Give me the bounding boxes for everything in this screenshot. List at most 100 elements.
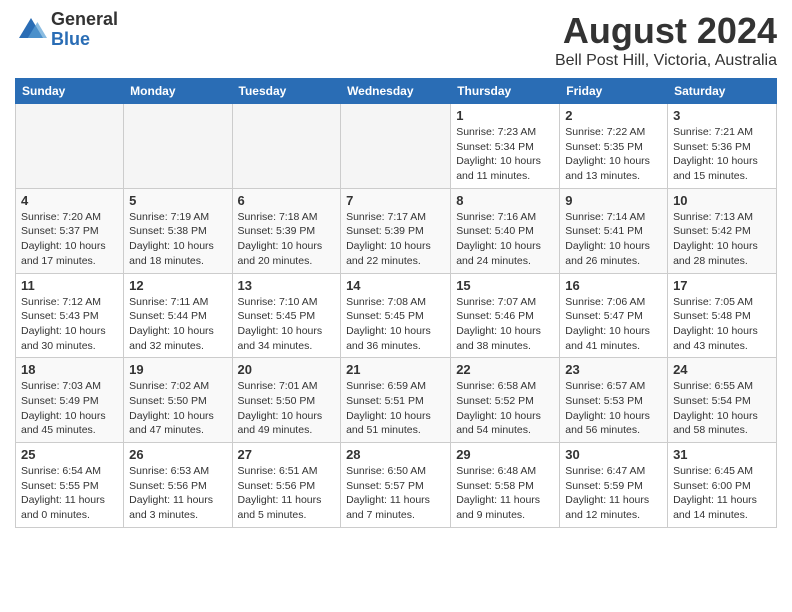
title-area: August 2024 Bell Post Hill, Victoria, Au… — [555, 10, 777, 70]
day-number: 15 — [456, 278, 554, 293]
day-number: 1 — [456, 108, 554, 123]
day-info: Sunrise: 7:22 AM Sunset: 5:35 PM Dayligh… — [565, 125, 662, 184]
calendar-cell: 11 Sunrise: 7:12 AM Sunset: 5:43 PM Dayli… — [16, 273, 124, 358]
calendar-cell: 6 Sunrise: 7:18 AM Sunset: 5:39 PM Daylig… — [232, 188, 341, 273]
day-info: Sunrise: 7:21 AM Sunset: 5:36 PM Dayligh… — [673, 125, 771, 184]
day-info: Sunrise: 6:47 AM Sunset: 5:59 PM Dayligh… — [565, 464, 662, 523]
day-info: Sunrise: 7:08 AM Sunset: 5:45 PM Dayligh… — [346, 295, 445, 354]
month-title: August 2024 — [555, 10, 777, 52]
calendar-cell: 16 Sunrise: 7:06 AM Sunset: 5:47 PM Dayli… — [560, 273, 668, 358]
calendar-cell: 7 Sunrise: 7:17 AM Sunset: 5:39 PM Daylig… — [341, 188, 451, 273]
day-info: Sunrise: 7:06 AM Sunset: 5:47 PM Dayligh… — [565, 295, 662, 354]
calendar-header-thursday: Thursday — [451, 79, 560, 104]
calendar-header-row: SundayMondayTuesdayWednesdayThursdayFrid… — [16, 79, 777, 104]
day-info: Sunrise: 6:51 AM Sunset: 5:56 PM Dayligh… — [238, 464, 336, 523]
day-number: 16 — [565, 278, 662, 293]
day-info: Sunrise: 7:05 AM Sunset: 5:48 PM Dayligh… — [673, 295, 771, 354]
calendar-cell: 1Sunrise: 7:23 AM Sunset: 5:34 PM Daylig… — [451, 104, 560, 189]
calendar-cell: 5Sunrise: 7:19 AM Sunset: 5:38 PM Daylig… — [124, 188, 232, 273]
day-info: Sunrise: 7:18 AM Sunset: 5:39 PM Dayligh… — [238, 210, 336, 269]
calendar: SundayMondayTuesdayWednesdayThursdayFrid… — [15, 78, 777, 528]
day-number: 6 — [238, 193, 336, 208]
day-number: 10 — [673, 193, 771, 208]
day-number: 19 — [129, 362, 226, 377]
logo-general: General — [51, 10, 118, 30]
day-info: Sunrise: 7:16 AM Sunset: 5:40 PM Dayligh… — [456, 210, 554, 269]
calendar-cell: 10 Sunrise: 7:13 AM Sunset: 5:42 PM Dayli… — [668, 188, 777, 273]
day-number: 9 — [565, 193, 662, 208]
calendar-cell: 17Sunrise: 7:05 AM Sunset: 5:48 PM Dayli… — [668, 273, 777, 358]
day-info: Sunrise: 6:48 AM Sunset: 5:58 PM Dayligh… — [456, 464, 554, 523]
day-number: 30 — [565, 447, 662, 462]
calendar-cell: 19Sunrise: 7:02 AM Sunset: 5:50 PM Dayli… — [124, 358, 232, 443]
calendar-week-5: 25 Sunrise: 6:54 AM Sunset: 5:55 PM Dayli… — [16, 443, 777, 528]
day-number: 4 — [21, 193, 118, 208]
calendar-header-monday: Monday — [124, 79, 232, 104]
day-number: 31 — [673, 447, 771, 462]
day-number: 22 — [456, 362, 554, 377]
location-title: Bell Post Hill, Victoria, Australia — [555, 52, 777, 70]
calendar-cell: 18 Sunrise: 7:03 AM Sunset: 5:49 PM Dayli… — [16, 358, 124, 443]
day-info: Sunrise: 7:01 AM Sunset: 5:50 PM Dayligh… — [238, 379, 336, 438]
day-number: 20 — [238, 362, 336, 377]
calendar-cell: 25 Sunrise: 6:54 AM Sunset: 5:55 PM Dayli… — [16, 443, 124, 528]
day-number: 27 — [238, 447, 336, 462]
day-info: Sunrise: 6:58 AM Sunset: 5:52 PM Dayligh… — [456, 379, 554, 438]
day-info: Sunrise: 7:17 AM Sunset: 5:39 PM Dayligh… — [346, 210, 445, 269]
day-number: 28 — [346, 447, 445, 462]
calendar-cell: 13 Sunrise: 7:10 AM Sunset: 5:45 PM Dayli… — [232, 273, 341, 358]
calendar-cell: 2 Sunrise: 7:22 AM Sunset: 5:35 PM Daylig… — [560, 104, 668, 189]
calendar-header-saturday: Saturday — [668, 79, 777, 104]
day-number: 2 — [565, 108, 662, 123]
day-number: 7 — [346, 193, 445, 208]
day-info: Sunrise: 7:03 AM Sunset: 5:49 PM Dayligh… — [21, 379, 118, 438]
day-number: 14 — [346, 278, 445, 293]
calendar-cell: 30 Sunrise: 6:47 AM Sunset: 5:59 PM Dayli… — [560, 443, 668, 528]
day-number: 24 — [673, 362, 771, 377]
day-info: Sunrise: 7:12 AM Sunset: 5:43 PM Dayligh… — [21, 295, 118, 354]
calendar-header-sunday: Sunday — [16, 79, 124, 104]
day-number: 11 — [21, 278, 118, 293]
day-number: 18 — [21, 362, 118, 377]
day-number: 13 — [238, 278, 336, 293]
calendar-cell: 27 Sunrise: 6:51 AM Sunset: 5:56 PM Dayli… — [232, 443, 341, 528]
calendar-cell — [341, 104, 451, 189]
day-number: 12 — [129, 278, 226, 293]
day-number: 21 — [346, 362, 445, 377]
day-info: Sunrise: 7:10 AM Sunset: 5:45 PM Dayligh… — [238, 295, 336, 354]
day-info: Sunrise: 7:13 AM Sunset: 5:42 PM Dayligh… — [673, 210, 771, 269]
day-info: Sunrise: 6:45 AM Sunset: 6:00 PM Dayligh… — [673, 464, 771, 523]
calendar-cell: 15 Sunrise: 7:07 AM Sunset: 5:46 PM Dayli… — [451, 273, 560, 358]
calendar-cell — [16, 104, 124, 189]
calendar-cell: 22 Sunrise: 6:58 AM Sunset: 5:52 PM Dayli… — [451, 358, 560, 443]
day-info: Sunrise: 6:54 AM Sunset: 5:55 PM Dayligh… — [21, 464, 118, 523]
day-info: Sunrise: 6:59 AM Sunset: 5:51 PM Dayligh… — [346, 379, 445, 438]
day-number: 26 — [129, 447, 226, 462]
day-info: Sunrise: 7:14 AM Sunset: 5:41 PM Dayligh… — [565, 210, 662, 269]
calendar-cell — [232, 104, 341, 189]
day-number: 23 — [565, 362, 662, 377]
calendar-cell: 9 Sunrise: 7:14 AM Sunset: 5:41 PM Daylig… — [560, 188, 668, 273]
header: General Blue August 2024 Bell Post Hill,… — [15, 10, 777, 70]
calendar-cell: 20 Sunrise: 7:01 AM Sunset: 5:50 PM Dayli… — [232, 358, 341, 443]
calendar-week-4: 18 Sunrise: 7:03 AM Sunset: 5:49 PM Dayli… — [16, 358, 777, 443]
calendar-cell: 23Sunrise: 6:57 AM Sunset: 5:53 PM Dayli… — [560, 358, 668, 443]
calendar-header-friday: Friday — [560, 79, 668, 104]
calendar-cell: 21 Sunrise: 6:59 AM Sunset: 5:51 PM Dayli… — [341, 358, 451, 443]
calendar-header-tuesday: Tuesday — [232, 79, 341, 104]
calendar-cell: 29 Sunrise: 6:48 AM Sunset: 5:58 PM Dayli… — [451, 443, 560, 528]
day-number: 3 — [673, 108, 771, 123]
calendar-week-2: 4 Sunrise: 7:20 AM Sunset: 5:37 PM Daylig… — [16, 188, 777, 273]
calendar-week-1: 1Sunrise: 7:23 AM Sunset: 5:34 PM Daylig… — [16, 104, 777, 189]
calendar-cell: 14 Sunrise: 7:08 AM Sunset: 5:45 PM Dayli… — [341, 273, 451, 358]
day-number: 25 — [21, 447, 118, 462]
day-info: Sunrise: 7:20 AM Sunset: 5:37 PM Dayligh… — [21, 210, 118, 269]
day-info: Sunrise: 7:19 AM Sunset: 5:38 PM Dayligh… — [129, 210, 226, 269]
day-info: Sunrise: 7:07 AM Sunset: 5:46 PM Dayligh… — [456, 295, 554, 354]
calendar-cell: 24Sunrise: 6:55 AM Sunset: 5:54 PM Dayli… — [668, 358, 777, 443]
calendar-cell: 3 Sunrise: 7:21 AM Sunset: 5:36 PM Daylig… — [668, 104, 777, 189]
calendar-cell: 4 Sunrise: 7:20 AM Sunset: 5:37 PM Daylig… — [16, 188, 124, 273]
day-number: 29 — [456, 447, 554, 462]
calendar-cell — [124, 104, 232, 189]
calendar-cell: 8Sunrise: 7:16 AM Sunset: 5:40 PM Daylig… — [451, 188, 560, 273]
